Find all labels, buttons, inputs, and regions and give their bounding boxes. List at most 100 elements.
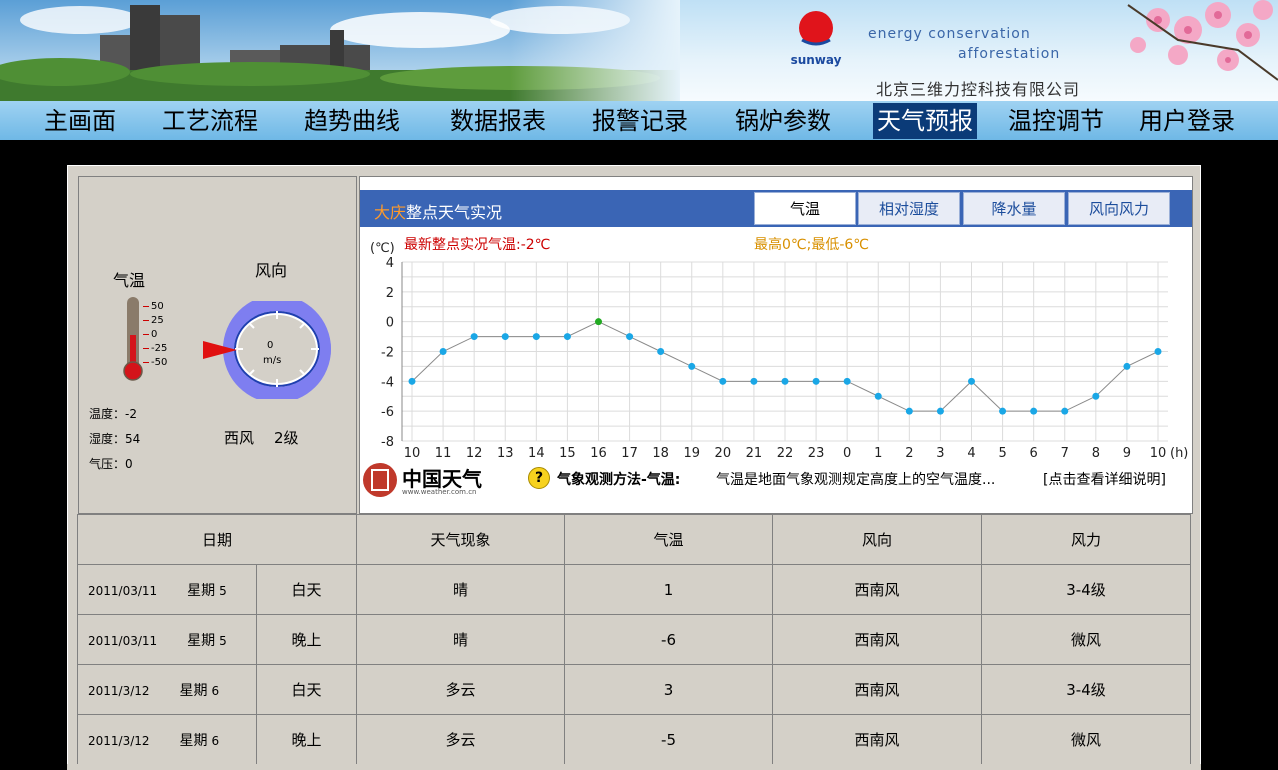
forecast-table: 日期 天气现象 气温 风向 风力 2011/03/11 星期 5 白天 晴 1 西南… (76, 514, 1192, 765)
nav-trend-curve[interactable]: 趋势曲线 (300, 103, 404, 139)
tab-humidity[interactable]: 相对湿度 (858, 192, 960, 225)
data-point (874, 392, 882, 400)
data-point (968, 377, 975, 385)
weekday: 星期 (179, 682, 208, 699)
scale-neg25: -25 (143, 343, 167, 354)
pressure-readout: 气压：0 (89, 457, 133, 471)
nav-temp-control[interactable]: 温控调节 (1004, 103, 1108, 139)
temperature-chart: 420-2-4-6-810 11 12 13 14 15 16 17 18 19 20 21 22 23 0… (370, 236, 1188, 461)
x-tick-label: 19 (683, 446, 700, 461)
x-tick-label: 12 (466, 446, 483, 461)
data-point (812, 377, 820, 385)
data-point (936, 407, 944, 415)
weekday-num: 6 (211, 683, 220, 698)
humidity-readout: 湿度：54 (89, 432, 141, 446)
nav-main[interactable]: 主画面 (40, 103, 120, 139)
nav-boiler-params[interactable]: 锅炉参数 (731, 103, 835, 139)
x-tick-label: 10 (404, 446, 421, 461)
chart-footer: 中国天气 www.weather.com.cn ? 气象观测方法-气温: 气温是… (360, 462, 1192, 498)
col-header-weather: 天气现象 (356, 514, 566, 565)
tab-temperature[interactable]: 气温 (754, 192, 856, 225)
data-point (1030, 407, 1038, 415)
x-tick-label: 7 (1061, 446, 1069, 461)
weekday: 星期 (187, 582, 216, 599)
wind-speed-value: 0 (267, 340, 274, 351)
temp-range-text: 最高0℃;最低-6℃ (754, 236, 869, 253)
scale-50: 50 (143, 301, 164, 312)
date: 2011/03/11 (88, 583, 158, 598)
y-tick-label: 4 (386, 256, 394, 271)
data-point (408, 377, 416, 385)
nav-process-flow[interactable]: 工艺流程 (158, 103, 262, 139)
wind-dir: 西南风 (772, 564, 983, 615)
help-icon[interactable]: ? (528, 467, 550, 489)
header-banner: sunway energy conservation afforestation… (0, 0, 1278, 101)
weekday-num: 6 (211, 733, 220, 748)
x-tick-label: 9 (1123, 446, 1131, 461)
x-tick-label: 17 (621, 446, 638, 461)
weather: 多云 (356, 664, 566, 715)
date: 2011/3/12 (88, 683, 150, 698)
panel-bottom-edge (67, 764, 1201, 770)
x-tick-label: 16 (590, 446, 607, 461)
x-tick-label: 2 (905, 446, 913, 461)
date: 2011/03/11 (88, 633, 158, 648)
date: 2011/3/12 (88, 733, 150, 748)
x-tick-label: 15 (559, 446, 576, 461)
nav-alarm-log[interactable]: 报警记录 (588, 103, 692, 139)
col-header-date: 日期 (76, 514, 358, 565)
company-name: 北京三维力控科技有限公司 (876, 80, 1081, 99)
x-tick-label: 8 (1092, 446, 1100, 461)
logo-text: sunway (791, 53, 842, 67)
x-tick-label: 0 (843, 446, 851, 461)
chart-grid (402, 261, 1168, 442)
period: 白天 (255, 664, 358, 715)
weather: 晴 (356, 564, 566, 615)
x-tick-label: 5 (998, 446, 1006, 461)
thermometer-title: 气温 (113, 271, 146, 290)
nav-weather-forecast[interactable]: 天气预报 (873, 103, 977, 139)
wind-dir: 西南风 (772, 614, 983, 665)
data-point (439, 348, 447, 355)
date-cell: 2011/03/11 星期 5 (77, 564, 257, 615)
table-row: 2011/03/11 星期 5 白天 晴 1 西南风 3-4级 (77, 564, 1192, 615)
china-weather-url: www.weather.com.cn (402, 488, 477, 496)
nav-data-report[interactable]: 数据报表 (446, 103, 550, 139)
wind-speed-unit: m/s (263, 355, 282, 366)
wind-force: 微风 (981, 614, 1192, 665)
x-tick-label: 13 (497, 446, 514, 461)
x-tick-label: 10 (1150, 446, 1167, 461)
tab-wind[interactable]: 风向风力 (1068, 192, 1170, 225)
data-point (657, 348, 665, 355)
gauges-panel: 气温 风向 50 25 0 -25 -50 0 m/s 温度：-2 湿度：54 … (78, 176, 357, 514)
detail-link[interactable]: [点击查看详细说明] (1043, 469, 1166, 489)
data-point (905, 407, 913, 415)
data-point (1061, 407, 1069, 415)
data-point (595, 318, 602, 326)
nav-user-login[interactable]: 用户登录 (1135, 103, 1239, 139)
col-header-wind-dir: 风向 (772, 514, 983, 565)
weekday-num: 5 (219, 583, 227, 598)
method-text: 气温是地面气象观测规定高度上的空气温度... (716, 472, 996, 488)
sunway-logo: sunway (791, 11, 842, 67)
scale-25: 25 (143, 315, 164, 326)
wind-force: 3-4级 (981, 564, 1192, 615)
flowers-decoration (1127, 0, 1278, 81)
wind-direction-text: 西风 (224, 429, 255, 447)
weather: 多云 (356, 714, 566, 765)
weekday: 星期 (187, 632, 216, 649)
data-point (532, 333, 540, 341)
date-cell: 2011/03/11 星期 5 (77, 614, 257, 665)
data-point (501, 333, 509, 341)
y-tick-label: -6 (381, 405, 394, 420)
china-weather-logo[interactable]: 中国天气 www.weather.com.cn (362, 462, 490, 498)
data-point (781, 377, 789, 385)
x-tick-label: 6 (1030, 446, 1038, 461)
x-tick-label: 18 (652, 446, 669, 461)
x-tick-label: 1 (874, 446, 882, 461)
wind-force: 3-4级 (981, 664, 1192, 715)
data-point (843, 377, 851, 385)
tab-precipitation[interactable]: 降水量 (963, 192, 1065, 225)
temp: -6 (564, 614, 774, 665)
wind-dir: 西南风 (772, 714, 983, 765)
